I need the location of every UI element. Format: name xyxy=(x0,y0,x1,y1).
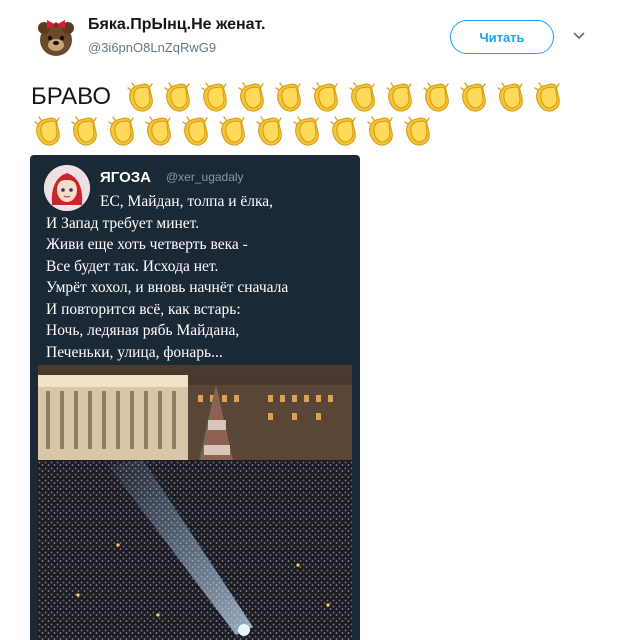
clapping-hands-icon xyxy=(348,82,375,112)
chevron-down-icon[interactable] xyxy=(572,31,586,41)
user-avatar[interactable] xyxy=(33,14,79,60)
quoted-poem: ЕС, Майдан, толпа и ёлка, И Запад требуе… xyxy=(46,191,356,363)
poem-line: ЕС, Майдан, толпа и ёлка, xyxy=(100,193,274,210)
clapping-hands-icon xyxy=(182,116,208,146)
embedded-image[interactable]: ЯГОЗА @xer_ugadaly ЕС, Майдан, толпа и ё… xyxy=(30,155,360,640)
tweet: Бяка.ПрЫнц.Не женат. @3i6pnO8LnZqRwG9 Чи… xyxy=(0,0,623,640)
clapping-hands-icon xyxy=(34,116,60,146)
tweet-text: БРАВО xyxy=(31,80,591,148)
quoted-display-name: ЯГОЗА xyxy=(100,169,151,186)
maidan-night-photo xyxy=(38,365,352,640)
clapping-hands-icon xyxy=(385,82,412,112)
clapping-hands-icon xyxy=(422,82,449,112)
quoted-handle: @xer_ugadaly xyxy=(166,170,244,184)
clapping-hands-icon xyxy=(219,116,245,146)
clapping-hands-icon xyxy=(237,82,264,112)
user-display-name[interactable]: Бяка.ПрЫнц.Не женат. xyxy=(88,16,265,34)
clapping-hands-icon xyxy=(459,82,486,112)
poem-line: Ночь, ледяная рябь Майдана, xyxy=(46,322,240,339)
clapping-hands-icon xyxy=(145,116,171,146)
user-handle[interactable]: @3i6pnO8LnZqRwG9 xyxy=(88,40,216,55)
clapping-hands-icon xyxy=(404,116,430,146)
clapping-hands-icon xyxy=(330,116,356,146)
clapping-hands-icon xyxy=(256,116,282,146)
poem-line: Все будет так. Исхода нет. xyxy=(46,257,219,275)
clapping-hands-icon xyxy=(533,82,560,112)
clapping-hands-icon xyxy=(496,82,523,112)
poem-line: И повторится всё, как встарь: xyxy=(46,300,241,318)
clapping-hands-icon xyxy=(274,82,301,112)
poem-line: Умрёт хохол, и вновь начнёт сначала xyxy=(46,279,289,296)
poem-line: Печеньки, улица, фонарь... xyxy=(46,343,223,361)
poem-line: Живи еще хоть четверть века - xyxy=(46,236,248,253)
bear-with-bow-icon xyxy=(38,20,74,56)
clapping-hands-icon xyxy=(311,82,338,112)
clapping-hands-icon xyxy=(108,116,134,146)
tweet-text-word: БРАВО xyxy=(31,83,112,110)
clapping-hands-icon xyxy=(293,116,319,146)
clapping-hands-icon xyxy=(126,82,153,112)
poem-line: И Запад требует минет. xyxy=(46,214,200,232)
follow-button[interactable]: Читать xyxy=(450,20,554,54)
clapping-hands-icon xyxy=(71,116,97,146)
clapping-hands-icon xyxy=(367,116,393,146)
clapping-hands-icon xyxy=(163,82,190,112)
clapping-hands-icon xyxy=(200,82,227,112)
